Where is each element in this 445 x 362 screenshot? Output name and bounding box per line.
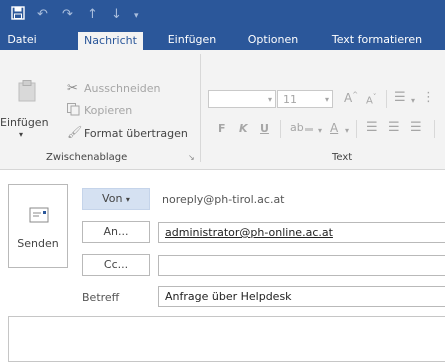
- customize-dropdown-icon[interactable]: ▾: [134, 8, 139, 24]
- tab-text-formatieren[interactable]: Text formatieren: [322, 30, 432, 50]
- send-envelope-icon: [29, 207, 49, 226]
- numbering-icon[interactable]: ⋮: [422, 90, 435, 105]
- subject-label: Betreff: [82, 291, 120, 304]
- ribbon-separator: [356, 120, 357, 138]
- to-label: An...: [103, 225, 129, 238]
- tab-datei[interactable]: Datei: [0, 30, 44, 50]
- chevron-down-icon[interactable]: ▾: [318, 126, 322, 135]
- cc-button[interactable]: Cc...: [82, 254, 150, 276]
- scissors-icon: ✂: [67, 81, 78, 96]
- paste-label: Einfügen: [0, 116, 49, 129]
- ribbon-separator: [386, 90, 387, 108]
- copy-button[interactable]: Kopieren: [84, 104, 132, 117]
- bold-button[interactable]: F: [218, 122, 226, 135]
- to-recipient[interactable]: administrator@ph-online.ac.at: [165, 226, 333, 239]
- ribbon-separator: [200, 54, 201, 162]
- chevron-down-icon: ▾: [267, 95, 272, 104]
- from-label: Von: [102, 192, 123, 205]
- paste-dropdown-icon[interactable]: ▾: [19, 130, 23, 139]
- grow-font-icon[interactable]: A^: [344, 91, 358, 105]
- subject-field[interactable]: Anfrage über Helpdesk: [158, 286, 445, 307]
- paste-button[interactable]: Einfügen ▾: [0, 80, 49, 150]
- font-size-value: 11: [283, 93, 297, 106]
- from-address: noreply@ph-tirol.ac.at: [162, 193, 285, 206]
- italic-button[interactable]: K: [239, 122, 248, 135]
- text-group-label: Text: [332, 152, 353, 163]
- clipboard-group-label: Zwischenablage: [46, 152, 128, 163]
- align-center-icon[interactable]: ☰: [388, 120, 400, 135]
- up-arrow-icon[interactable]: ↑: [87, 7, 98, 23]
- highlight-icon[interactable]: ab: [290, 121, 313, 134]
- save-icon[interactable]: [11, 6, 25, 25]
- to-button[interactable]: An...: [82, 221, 150, 243]
- cc-field[interactable]: [158, 255, 445, 276]
- to-field[interactable]: administrator@ph-online.ac.at: [158, 222, 445, 243]
- subject-value: Anfrage über Helpdesk: [165, 290, 292, 303]
- copy-icon: [67, 103, 80, 119]
- message-header: Senden Von ▾ noreply@ph-tirol.ac.at An..…: [0, 170, 445, 362]
- cut-button[interactable]: Ausschneiden: [84, 82, 161, 95]
- chevron-down-icon[interactable]: ▾: [345, 126, 349, 135]
- ribbon-separator: [280, 120, 281, 138]
- underline-button[interactable]: U: [260, 122, 269, 135]
- down-arrow-icon[interactable]: ↓: [111, 7, 122, 23]
- font-name-combobox[interactable]: ▾: [208, 90, 276, 108]
- from-button[interactable]: Von ▾: [82, 188, 150, 210]
- chevron-down-icon: ▾: [324, 95, 329, 104]
- ribbon-separator: [434, 120, 435, 138]
- cc-label: Cc...: [103, 258, 129, 271]
- send-button[interactable]: Senden: [8, 184, 68, 268]
- font-size-combobox[interactable]: 11 ▾: [277, 90, 333, 108]
- chevron-down-icon[interactable]: ▾: [411, 96, 415, 105]
- send-label: Senden: [17, 237, 59, 250]
- shrink-font-icon[interactable]: A˅: [366, 93, 376, 106]
- quick-access-toolbar: ↶ ↷ ↑ ↓ ▾: [0, 0, 445, 30]
- bullets-icon[interactable]: ☰: [394, 90, 406, 105]
- tab-einfuegen[interactable]: Einfügen: [162, 30, 222, 50]
- tab-optionen[interactable]: Optionen: [242, 30, 304, 50]
- format-painter-button[interactable]: Format übertragen: [84, 127, 188, 140]
- dialog-launcher-icon[interactable]: ↘: [188, 153, 195, 162]
- align-right-icon[interactable]: ☰: [410, 120, 422, 135]
- redo-icon[interactable]: ↷: [62, 7, 73, 23]
- align-left-icon[interactable]: ☰: [366, 120, 378, 135]
- ribbon: Einfügen ▾ ✂ Ausschneiden Kopieren 🖌 For…: [0, 50, 445, 170]
- message-body[interactable]: [8, 316, 445, 362]
- chevron-down-icon: ▾: [125, 195, 130, 204]
- undo-icon[interactable]: ↶: [37, 7, 48, 23]
- ribbon-tabs: Datei Nachricht Einfügen Optionen Text f…: [0, 30, 445, 50]
- tab-nachricht[interactable]: Nachricht: [78, 32, 143, 50]
- font-color-icon[interactable]: A: [330, 121, 338, 135]
- clipboard-icon: [18, 80, 36, 105]
- format-painter-icon: 🖌: [67, 125, 83, 139]
